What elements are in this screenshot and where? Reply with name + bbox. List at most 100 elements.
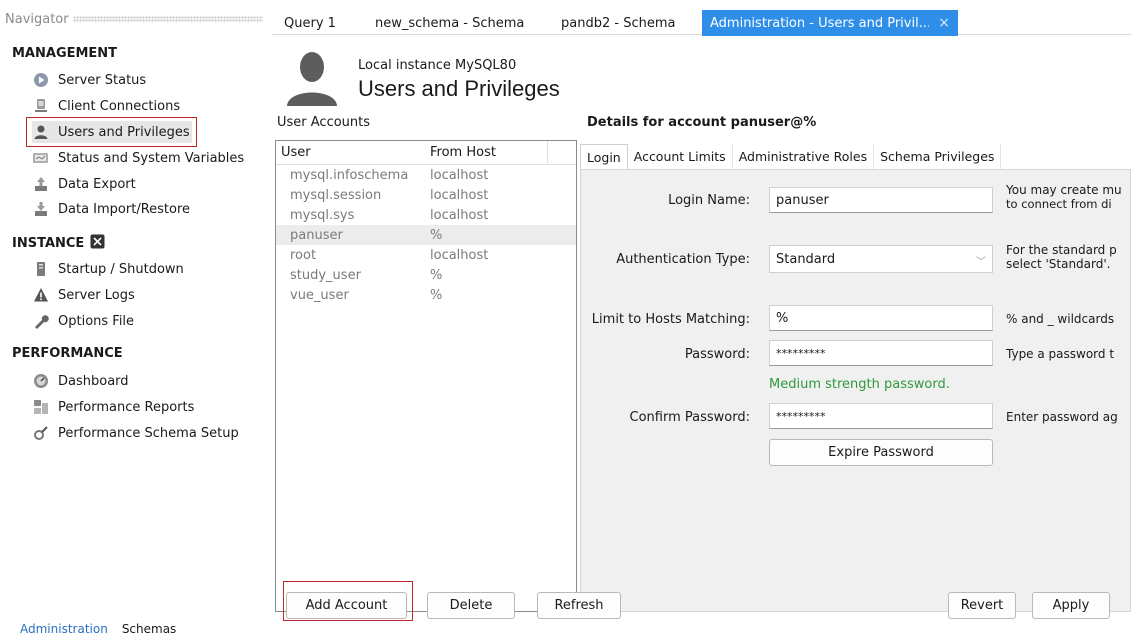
- tab-login[interactable]: Login: [580, 144, 628, 169]
- login-name-label: Login Name:: [668, 193, 750, 208]
- nav-item-label: Client Connections: [58, 98, 181, 114]
- grip-handle[interactable]: [72, 16, 263, 22]
- navigator-header: Navigator: [5, 8, 263, 30]
- cell-host: localhost: [430, 247, 489, 263]
- tab-administration[interactable]: Administration: [20, 622, 108, 636]
- table-row[interactable]: mysql.infoschema localhost: [276, 165, 576, 185]
- instance-name: Local instance MySQL80: [358, 58, 517, 73]
- table-header: User From Host: [276, 141, 576, 165]
- export-icon: [32, 176, 49, 193]
- tab-administrative-roles[interactable]: Administrative Roles: [733, 144, 875, 169]
- navigator-panel: Navigator MANAGEMENT Server Status Clien…: [0, 0, 269, 636]
- nav-item-label: Dashboard: [58, 373, 129, 389]
- play-circle-icon: [32, 72, 49, 89]
- cell-host: localhost: [430, 167, 489, 183]
- nav-item-label: Data Import/Restore: [58, 201, 191, 217]
- section-instance-label: INSTANCE: [12, 236, 85, 251]
- details-title: Details for account panuser@%: [587, 115, 817, 130]
- nav-item-server-logs[interactable]: Server Logs: [32, 284, 135, 306]
- nav-item-performance-reports[interactable]: Performance Reports: [32, 396, 194, 418]
- tab-schema-privileges[interactable]: Schema Privileges: [874, 144, 1002, 169]
- delete-button[interactable]: Delete: [427, 592, 515, 619]
- nav-item-performance-schema-setup[interactable]: Performance Schema Setup: [32, 422, 239, 444]
- nav-item-users-privileges[interactable]: Users and Privileges: [32, 121, 192, 143]
- login-details-panel: Login Name: panuser You may create mu to…: [580, 169, 1131, 612]
- navigator-bottom-tabs: Administration Schemas: [20, 622, 176, 636]
- column-header-host[interactable]: From Host: [428, 141, 548, 164]
- cell-user: mysql.sys: [290, 207, 355, 223]
- page-title: Users and Privileges: [358, 76, 560, 101]
- nav-item-data-export[interactable]: Data Export: [32, 173, 136, 195]
- nav-item-label: Users and Privileges: [58, 124, 190, 140]
- table-row[interactable]: vue_user%: [276, 285, 576, 305]
- wrench-icon: [32, 313, 49, 330]
- cell-user: vue_user: [290, 287, 349, 303]
- table-row[interactable]: mysql.sys localhost: [276, 205, 576, 225]
- tab-label: Administration - Users and Privil...: [710, 15, 930, 31]
- details-tab-bar: Login Account Limits Administrative Role…: [580, 144, 1002, 169]
- reports-icon: [32, 399, 49, 416]
- nav-item-options-file[interactable]: Options File: [32, 310, 134, 332]
- expire-password-button[interactable]: Expire Password: [769, 439, 993, 466]
- tab-account-limits[interactable]: Account Limits: [628, 144, 733, 169]
- cell-host: %: [430, 287, 443, 303]
- table-row-selected[interactable]: panuser%: [276, 225, 576, 245]
- column-header-user[interactable]: User: [276, 145, 428, 160]
- login-name-field[interactable]: panuser: [769, 187, 993, 213]
- nav-item-label: Server Status: [58, 72, 147, 88]
- table-row[interactable]: mysql.session localhost: [276, 185, 576, 205]
- refresh-button[interactable]: Refresh: [537, 592, 621, 619]
- add-account-button[interactable]: Add Account: [286, 592, 407, 619]
- cell-host: %: [430, 267, 443, 283]
- dashboard-icon: [32, 373, 49, 390]
- auth-hint-line-2: select 'Standard'.: [1006, 257, 1111, 271]
- tab-administration-users[interactable]: Administration - Users and Privil... ×: [702, 10, 958, 36]
- cell-user: root: [290, 247, 317, 263]
- table-row[interactable]: study_user%: [276, 265, 576, 285]
- nav-item-label: Options File: [58, 313, 135, 329]
- nav-item-client-connections[interactable]: Client Connections: [32, 95, 180, 117]
- revert-button[interactable]: Revert: [948, 592, 1016, 619]
- auth-type-label: Authentication Type:: [616, 252, 750, 267]
- password-hint: Type a password t: [1006, 347, 1115, 361]
- user-icon: [32, 124, 49, 141]
- nav-item-label: Performance Reports: [58, 399, 195, 415]
- nav-item-server-status[interactable]: Server Status: [32, 69, 146, 91]
- login-hint: You may create mu to connect from di: [1006, 183, 1131, 211]
- tab-query-1[interactable]: Query 1: [284, 10, 336, 36]
- chevron-down-icon: ﹀: [976, 257, 986, 268]
- cell-user: study_user: [290, 267, 361, 283]
- tab-pandb2-schema[interactable]: pandb2 - Schema: [561, 10, 675, 36]
- close-icon[interactable]: ×: [938, 15, 950, 31]
- login-hint-line-2: to connect from di: [1006, 197, 1112, 211]
- nav-item-startup-shutdown[interactable]: Startup / Shutdown: [32, 258, 184, 280]
- limit-hosts-hint: % and _ wildcards: [1006, 312, 1115, 326]
- users-privileges-page: Local instance MySQL80 Users and Privile…: [272, 36, 1131, 636]
- nav-item-data-import[interactable]: Data Import/Restore: [32, 198, 190, 220]
- user-accounts-table: User From Host mysql.infoschema localhost…: [275, 140, 577, 612]
- warning-icon: [32, 287, 49, 304]
- section-management: MANAGEMENT: [12, 46, 117, 61]
- limit-hosts-label: Limit to Hosts Matching:: [591, 312, 750, 327]
- auth-type-value: Standard: [776, 251, 836, 267]
- instance-icon: [90, 234, 105, 253]
- cell-host: localhost: [430, 187, 489, 203]
- monitor-icon: [32, 98, 49, 115]
- confirm-password-field[interactable]: *********: [769, 403, 993, 429]
- tab-label: pandb2 - Schema: [561, 15, 676, 31]
- nav-item-status-variables[interactable]: Status and System Variables: [32, 147, 244, 169]
- nav-item-dashboard[interactable]: Dashboard: [32, 370, 129, 392]
- server-icon: [32, 261, 49, 278]
- password-field[interactable]: *********: [769, 340, 993, 366]
- tab-schemas[interactable]: Schemas: [122, 622, 177, 636]
- limit-hosts-field[interactable]: %: [769, 305, 993, 331]
- tab-new-schema[interactable]: new_schema - Schema: [375, 10, 524, 36]
- section-management-label: MANAGEMENT: [12, 46, 118, 61]
- section-instance: INSTANCE: [12, 234, 105, 253]
- auth-type-select[interactable]: Standard ﹀: [769, 245, 993, 273]
- auth-hint-line-1: For the standard p: [1006, 243, 1117, 257]
- apply-button[interactable]: Apply: [1032, 592, 1110, 619]
- table-row[interactable]: root localhost: [276, 245, 576, 265]
- nav-item-label: Data Export: [58, 176, 136, 192]
- auth-hint: For the standard p select 'Standard'.: [1006, 243, 1131, 271]
